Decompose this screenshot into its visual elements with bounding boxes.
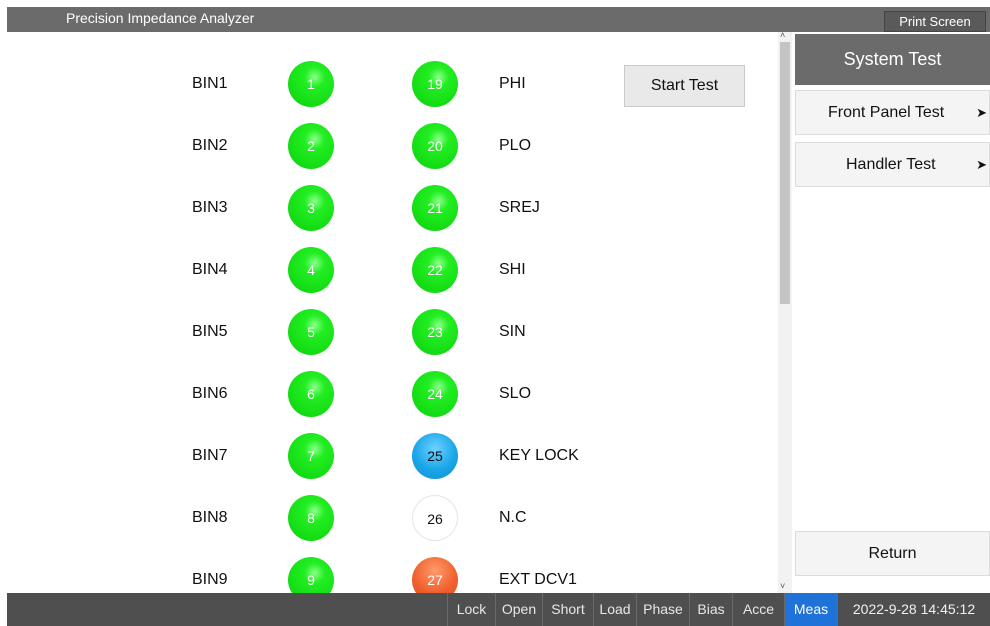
bin-indicator[interactable]: 4: [288, 247, 334, 293]
side-menu-title: System Test: [795, 34, 990, 85]
scroll-thumb[interactable]: [780, 42, 790, 304]
signal-indicator[interactable]: 27: [412, 557, 458, 593]
bin-label: BIN9: [192, 571, 228, 588]
signal-indicator[interactable]: 25: [412, 433, 458, 479]
signal-label: N.C: [499, 509, 527, 526]
bin-label: BIN8: [192, 509, 228, 526]
start-test-button[interactable]: Start Test: [624, 65, 745, 107]
io-row: BIN7 7 25 KEY LOCK: [7, 430, 777, 482]
io-row: BIN3 3 21 SREJ: [7, 182, 777, 234]
signal-indicator[interactable]: 20: [412, 123, 458, 169]
signal-label: KEY LOCK: [499, 447, 579, 464]
bin-label: BIN3: [192, 199, 228, 216]
status-datetime: 2022-9-28 14:45:12: [837, 593, 990, 626]
io-row: BIN4 4 22 SHI: [7, 244, 777, 296]
bin-label: BIN7: [192, 447, 228, 464]
status-lock[interactable]: Lock: [447, 593, 495, 626]
bin-label: BIN2: [192, 137, 228, 154]
status-open[interactable]: Open: [495, 593, 542, 626]
arrow-right-icon: ➤: [976, 157, 987, 172]
side-menu: System Test Front Panel Test ➤ Handler T…: [793, 32, 990, 593]
bin-indicator[interactable]: 7: [288, 433, 334, 479]
app-title: Precision Impedance Analyzer: [66, 10, 255, 26]
signal-label: SIN: [499, 323, 526, 340]
io-row: BIN9 9 27 EXT DCV1: [7, 554, 777, 593]
handler-test-label: Handler Test: [846, 156, 936, 173]
signal-label: EXT DCV1: [499, 571, 577, 588]
bin-label: BIN6: [192, 385, 228, 402]
io-test-panel: BIN1 1 19 PHI BIN2 2 20 PLO BIN3 3 21 SREJ BIN4 4 22 SH…: [7, 32, 777, 593]
signal-label: SLO: [499, 385, 532, 402]
signal-indicator[interactable]: 21: [412, 185, 458, 231]
front-panel-test-button[interactable]: Front Panel Test ➤: [795, 90, 990, 135]
signal-label: SHI: [499, 261, 526, 278]
bin-indicator[interactable]: 5: [288, 309, 334, 355]
bin-indicator[interactable]: 8: [288, 495, 334, 541]
signal-indicator[interactable]: 23: [412, 309, 458, 355]
io-row: BIN6 6 24 SLO: [7, 368, 777, 420]
signal-indicator[interactable]: 24: [412, 371, 458, 417]
title-bar: Precision Impedance Analyzer Print Scree…: [0, 0, 990, 32]
signal-label: PHI: [499, 75, 526, 92]
bin-indicator[interactable]: 6: [288, 371, 334, 417]
bin-indicator[interactable]: 2: [288, 123, 334, 169]
return-button[interactable]: Return: [795, 531, 990, 576]
status-bias[interactable]: Bias: [689, 593, 732, 626]
bin-label: BIN1: [192, 75, 228, 92]
signal-indicator[interactable]: 26: [412, 495, 458, 541]
signal-label: SREJ: [499, 199, 540, 216]
vertical-scrollbar[interactable]: ˄ ˅: [778, 30, 792, 593]
handler-test-button[interactable]: Handler Test ➤: [795, 142, 990, 187]
bin-label: BIN5: [192, 323, 228, 340]
bin-indicator[interactable]: 1: [288, 61, 334, 107]
signal-indicator[interactable]: 19: [412, 61, 458, 107]
status-bar: Lock Open Short Load Phase Bias Acce Meas 2022-…: [7, 593, 990, 626]
signal-indicator[interactable]: 22: [412, 247, 458, 293]
bin-indicator[interactable]: 9: [288, 557, 334, 593]
front-panel-test-label: Front Panel Test: [828, 104, 945, 121]
io-row: BIN8 8 26 N.C: [7, 492, 777, 544]
chevron-up-icon[interactable]: ˄: [780, 30, 785, 40]
status-phase[interactable]: Phase: [636, 593, 689, 626]
io-row: BIN5 5 23 SIN: [7, 306, 777, 358]
status-short[interactable]: Short: [542, 593, 593, 626]
print-screen-button[interactable]: Print Screen: [884, 11, 986, 32]
io-row: BIN2 2 20 PLO: [7, 120, 777, 172]
status-acce[interactable]: Acce: [732, 593, 784, 626]
arrow-right-icon: ➤: [976, 105, 987, 120]
chevron-down-icon[interactable]: ˅: [780, 581, 785, 591]
bin-label: BIN4: [192, 261, 228, 278]
status-load[interactable]: Load: [593, 593, 636, 626]
bin-indicator[interactable]: 3: [288, 185, 334, 231]
status-meas[interactable]: Meas: [784, 593, 837, 626]
signal-label: PLO: [499, 137, 532, 154]
